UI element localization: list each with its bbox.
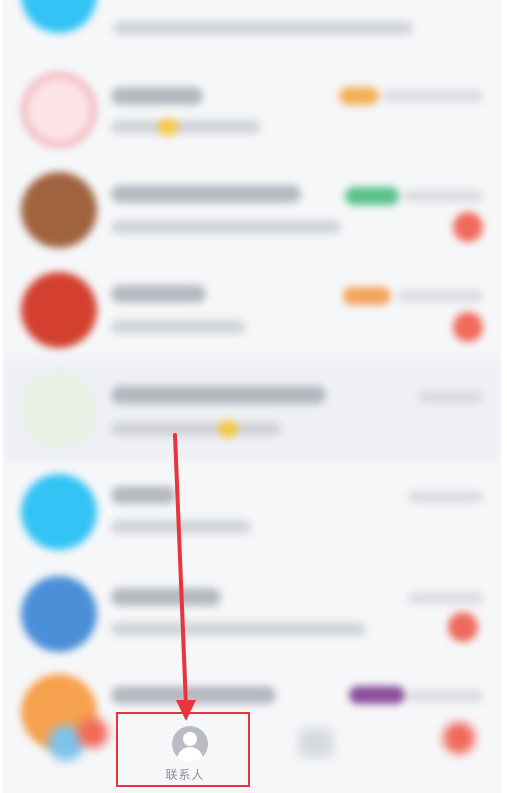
arrow-shaft: [173, 433, 188, 708]
annotation-arrow: [173, 433, 196, 721]
arrow-head: [176, 700, 196, 721]
